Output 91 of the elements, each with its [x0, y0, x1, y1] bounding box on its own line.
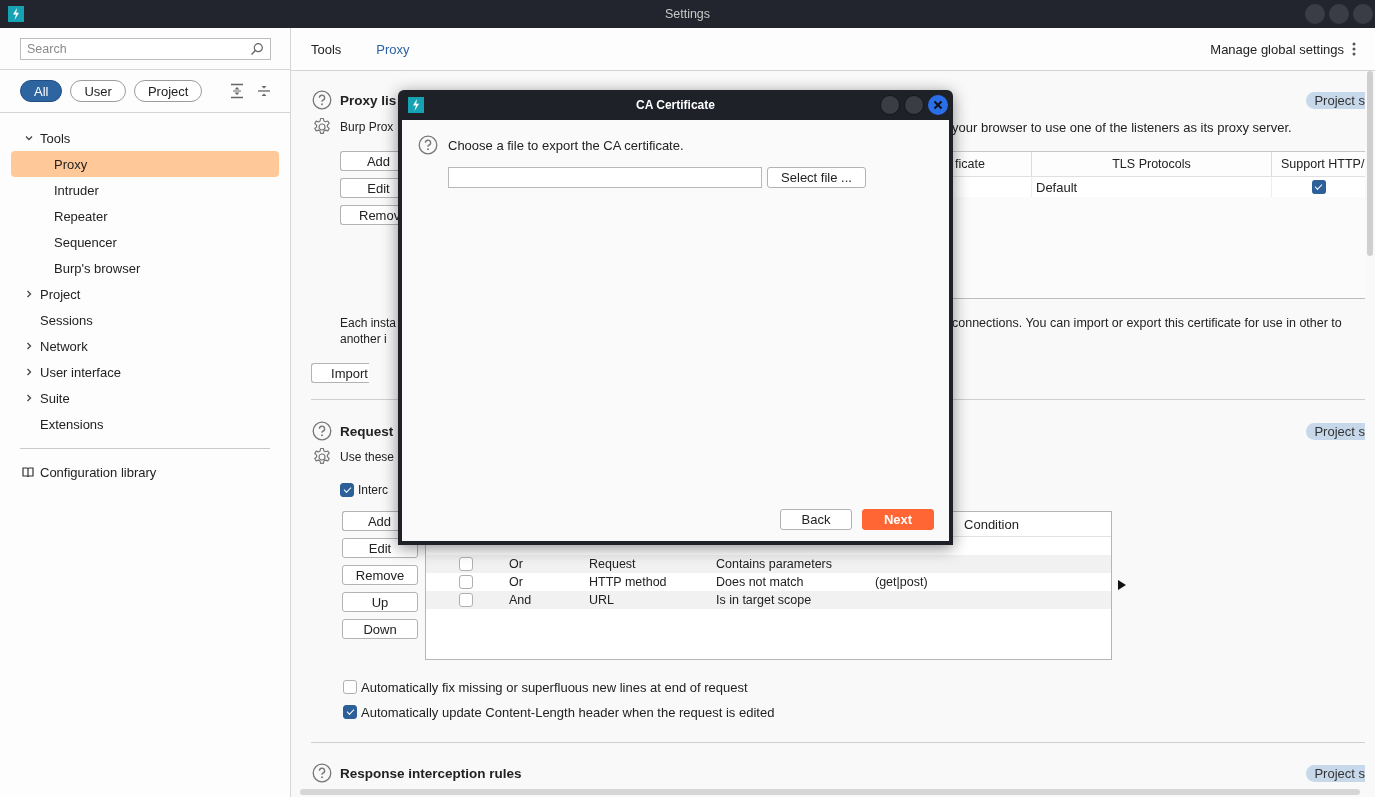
scrollbar-thumb[interactable]	[1367, 71, 1373, 256]
chevron-down-icon[interactable]	[24, 133, 34, 143]
section-title: Proxy lis	[340, 92, 398, 108]
section-title: Response interception rules	[340, 765, 523, 781]
checkbox-label: Automatically update Content-Length header when the request is edited	[361, 704, 775, 720]
tree-item[interactable]: Project	[11, 281, 279, 307]
library-link[interactable]: Configuration library	[40, 464, 157, 480]
table-action-button[interactable]: Add	[340, 151, 398, 171]
column-header: Support HTTP/	[1271, 152, 1365, 176]
table-cell-text: Or	[508, 574, 524, 591]
tree-item[interactable]: Repeater	[11, 203, 279, 229]
breadcrumb-link[interactable]: Proxy	[376, 41, 410, 57]
table-action-button[interactable]: Add	[342, 511, 398, 531]
description-text: Burp Prox	[340, 120, 395, 134]
chevron-right-icon[interactable]	[24, 393, 34, 403]
checkbox[interactable]	[459, 575, 473, 589]
lightning-logo-icon	[408, 97, 424, 113]
tree-item[interactable]: Extensions	[11, 411, 279, 437]
window-title: Settings	[664, 7, 711, 21]
checkbox[interactable]	[340, 483, 354, 497]
tree-item[interactable]: Intruder	[11, 177, 279, 203]
description-text: your browser to use one of the listeners as its proxy server.	[952, 119, 1293, 135]
checkbox[interactable]	[343, 705, 357, 719]
search-icon[interactable]	[250, 42, 264, 56]
table-action-button[interactable]: Down	[342, 619, 418, 639]
help-icon	[312, 763, 332, 783]
scope-badge: Project s	[1306, 764, 1365, 782]
breadcrumb-link[interactable]: Tools	[311, 41, 342, 57]
table-cell-text: URL	[588, 592, 615, 609]
file-path-field[interactable]	[448, 167, 762, 188]
table-cell-text: HTTP method	[588, 574, 668, 591]
manage-settings-link[interactable]: Manage global settings	[1210, 41, 1344, 57]
dialog-title: CA Certificate	[636, 98, 715, 112]
filter-pill[interactable]: User	[70, 80, 126, 102]
tree-item[interactable]: Suite	[11, 385, 279, 411]
table-cell-text: Request	[588, 556, 637, 573]
table-cell-text: And	[508, 592, 533, 609]
select-file-button[interactable]: Select file ...	[767, 167, 866, 188]
table-cell-text: Does not match	[715, 574, 805, 591]
tree-item[interactable]: Burp's browser	[11, 255, 279, 281]
gear-icon	[312, 117, 332, 137]
help-icon	[418, 135, 438, 155]
help-icon	[312, 421, 332, 441]
checkbox[interactable]	[1311, 180, 1326, 194]
scope-badge: Project s	[1306, 422, 1365, 440]
note-text: connections. You can import or export this certificate for use in other to	[952, 315, 1343, 331]
column-header: TLS Protocols	[1031, 152, 1271, 176]
checkbox-label: Interc	[358, 483, 388, 497]
expand-all-icon[interactable]	[230, 83, 245, 99]
table-cell-text: (get|post)	[874, 574, 929, 591]
note-text: Each insta	[340, 315, 398, 331]
scrollbar-thumb[interactable]	[300, 789, 1360, 795]
close-button[interactable]	[928, 95, 948, 115]
filter-pill[interactable]: Project	[133, 80, 203, 102]
scope-badge: Project s	[1306, 91, 1365, 109]
column-header: ficate	[954, 156, 986, 173]
dialog-prompt: Choose a file to export the CA certificate.	[448, 137, 684, 153]
checkbox-label: Automatically fix missing or superfluous new lines at end of request	[361, 679, 748, 695]
table-action-button[interactable]: Remove	[342, 565, 418, 585]
tree-item[interactable]: Sessions	[11, 307, 279, 333]
import-button[interactable]: Import	[311, 363, 369, 383]
collapse-all-icon[interactable]	[257, 83, 272, 99]
filter-pill[interactable]: All	[20, 80, 63, 102]
book-icon	[22, 466, 34, 478]
tree-item[interactable]: Tools	[11, 125, 279, 151]
tree-item[interactable]: Network	[11, 333, 279, 359]
chevron-right-icon[interactable]	[24, 341, 34, 351]
description-text: Use these	[340, 450, 396, 464]
table-action-button[interactable]: Up	[342, 592, 418, 612]
tree-item[interactable]: User interface	[11, 359, 279, 385]
checkbox[interactable]	[343, 680, 357, 694]
more-options-icon[interactable]	[1352, 42, 1356, 56]
tree-item[interactable]: Proxy	[11, 151, 279, 177]
tree-item[interactable]: Sequencer	[11, 229, 279, 255]
lightning-logo-icon	[8, 6, 24, 22]
help-icon	[312, 90, 332, 110]
search-field[interactable]: Search	[20, 38, 271, 60]
table-cell-text: Contains parameters	[715, 556, 834, 573]
chevron-right-icon[interactable]	[24, 289, 34, 299]
table-action-button[interactable]: Edit	[340, 178, 398, 198]
checkbox[interactable]	[459, 557, 473, 571]
table-cell-text: Or	[508, 556, 524, 573]
table-cell-text: Is in target scope	[715, 592, 813, 609]
dialog-button[interactable]: Back	[780, 509, 852, 530]
checkbox[interactable]	[459, 593, 473, 607]
table-cell: Default	[1031, 177, 1271, 197]
triangle-icon[interactable]	[1118, 580, 1126, 590]
note-text: another i	[340, 331, 388, 347]
section-title: Request	[340, 423, 395, 439]
chevron-right-icon[interactable]	[24, 367, 34, 377]
gear-icon	[312, 447, 332, 467]
